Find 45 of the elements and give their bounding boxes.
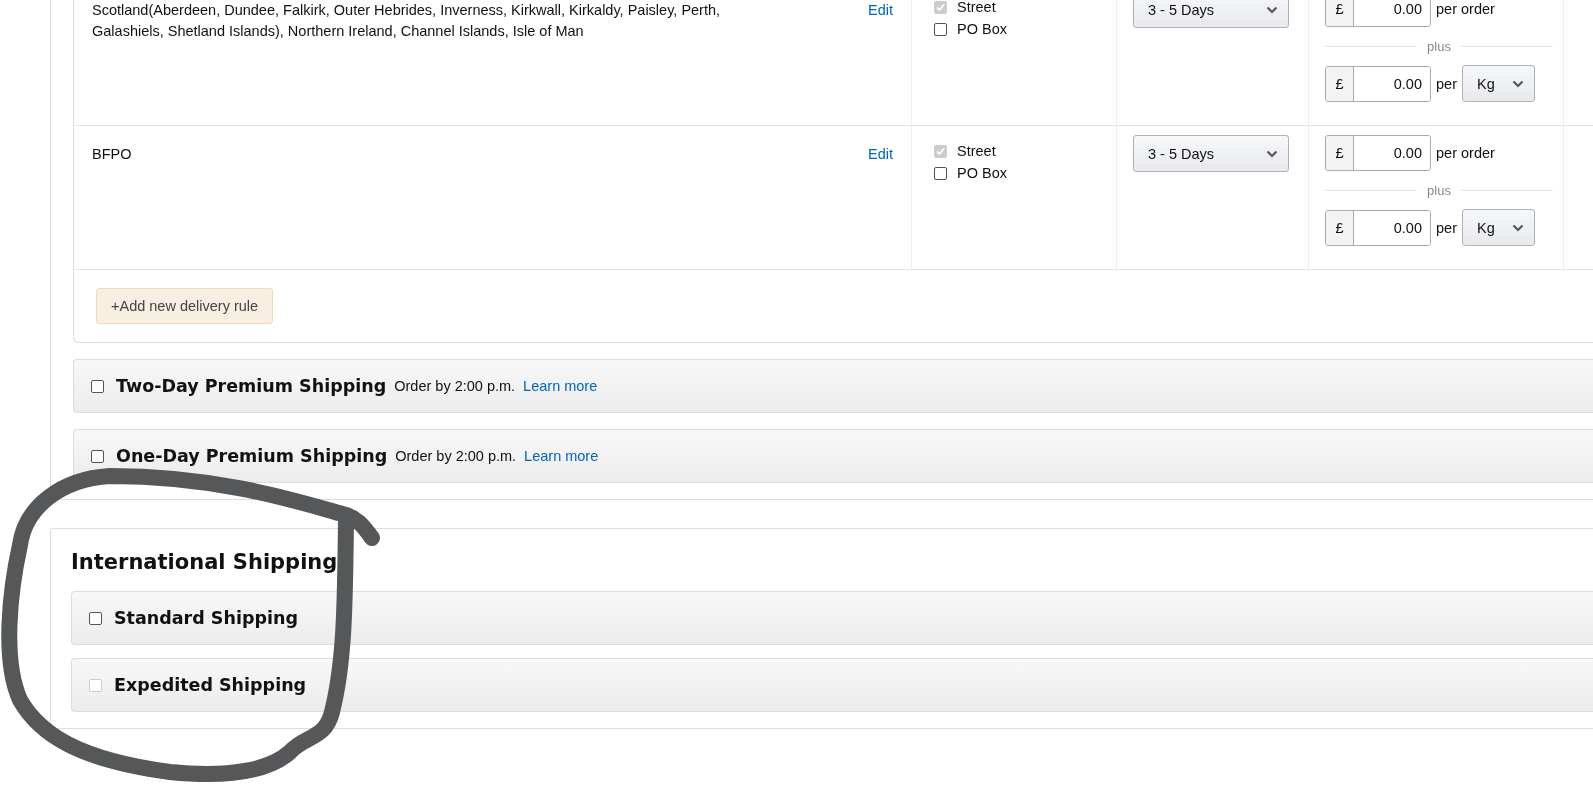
price-field[interactable]: £ 0.00 [1325, 135, 1431, 171]
separator-label: plus [1427, 183, 1451, 198]
currency-symbol: £ [1326, 0, 1354, 26]
checkbox[interactable] [934, 166, 947, 180]
price-field[interactable]: £ 0.00 [1325, 0, 1431, 27]
option-note: Order by 2:00 p.m. [394, 378, 516, 394]
transit-time-dropdown[interactable]: 3 - 5 Days [1133, 135, 1289, 172]
checkbox-label: Street [957, 142, 996, 161]
region-text: Scotland(Aberdeen, Dundee, Falkirk, Outer Hebrides, Inverness, Kirkwall, Kirkaldy, Paisley, Perth, Galashiels, Shetland Islands), Northern Ireland, Channel Islands, Isle of Man [92, 1, 722, 41]
price-field[interactable]: £ 0.00 [1325, 209, 1431, 246]
checkbox[interactable] [934, 22, 947, 36]
currency-symbol: £ [1326, 136, 1354, 170]
checkbox-label: PO Box [957, 164, 1007, 183]
option-title: One-Day Premium Shipping [116, 446, 388, 466]
chevron-down-icon [1511, 223, 1524, 232]
checkbox[interactable] [91, 449, 104, 463]
chevron-down-icon [1266, 149, 1278, 158]
unit-label: per [1436, 219, 1457, 236]
unit-label: per order [1436, 145, 1495, 161]
separator-label: plus [1427, 39, 1451, 54]
transit-time-dropdown[interactable]: 3 - 5 Days [1133, 0, 1289, 28]
option-title: Two-Day Premium Shipping [116, 376, 387, 396]
edit-link[interactable]: Edit [868, 144, 893, 269]
edit-link[interactable]: Edit [868, 0, 893, 125]
learn-more-link[interactable]: Learn more [523, 378, 598, 394]
checkbox-label: Street [957, 0, 996, 17]
checkbox[interactable] [89, 611, 102, 625]
price-field[interactable]: £ 0.00 [1325, 65, 1431, 102]
option-title: Expedited Shipping [114, 675, 307, 695]
option-note: Order by 2:00 p.m. [395, 448, 517, 464]
chevron-down-icon [1511, 79, 1524, 88]
unit-label: per order [1436, 1, 1495, 17]
learn-more-link[interactable]: Learn more [524, 448, 599, 464]
chevron-down-icon [1266, 5, 1278, 14]
checkbox-label: PO Box [957, 20, 1007, 39]
section-title: International Shipping [71, 549, 339, 575]
weight-unit-dropdown[interactable]: Kg [1461, 209, 1535, 246]
option-title: Standard Shipping [114, 608, 298, 628]
region-text: BFPO [92, 145, 132, 164]
weight-unit-dropdown[interactable]: Kg [1461, 65, 1535, 102]
unit-label: per [1436, 75, 1457, 92]
currency-symbol: £ [1326, 66, 1354, 101]
add-rule-button[interactable]: +Add new delivery rule [96, 288, 274, 324]
currency-symbol: £ [1326, 210, 1354, 245]
checkbox[interactable] [91, 379, 104, 393]
